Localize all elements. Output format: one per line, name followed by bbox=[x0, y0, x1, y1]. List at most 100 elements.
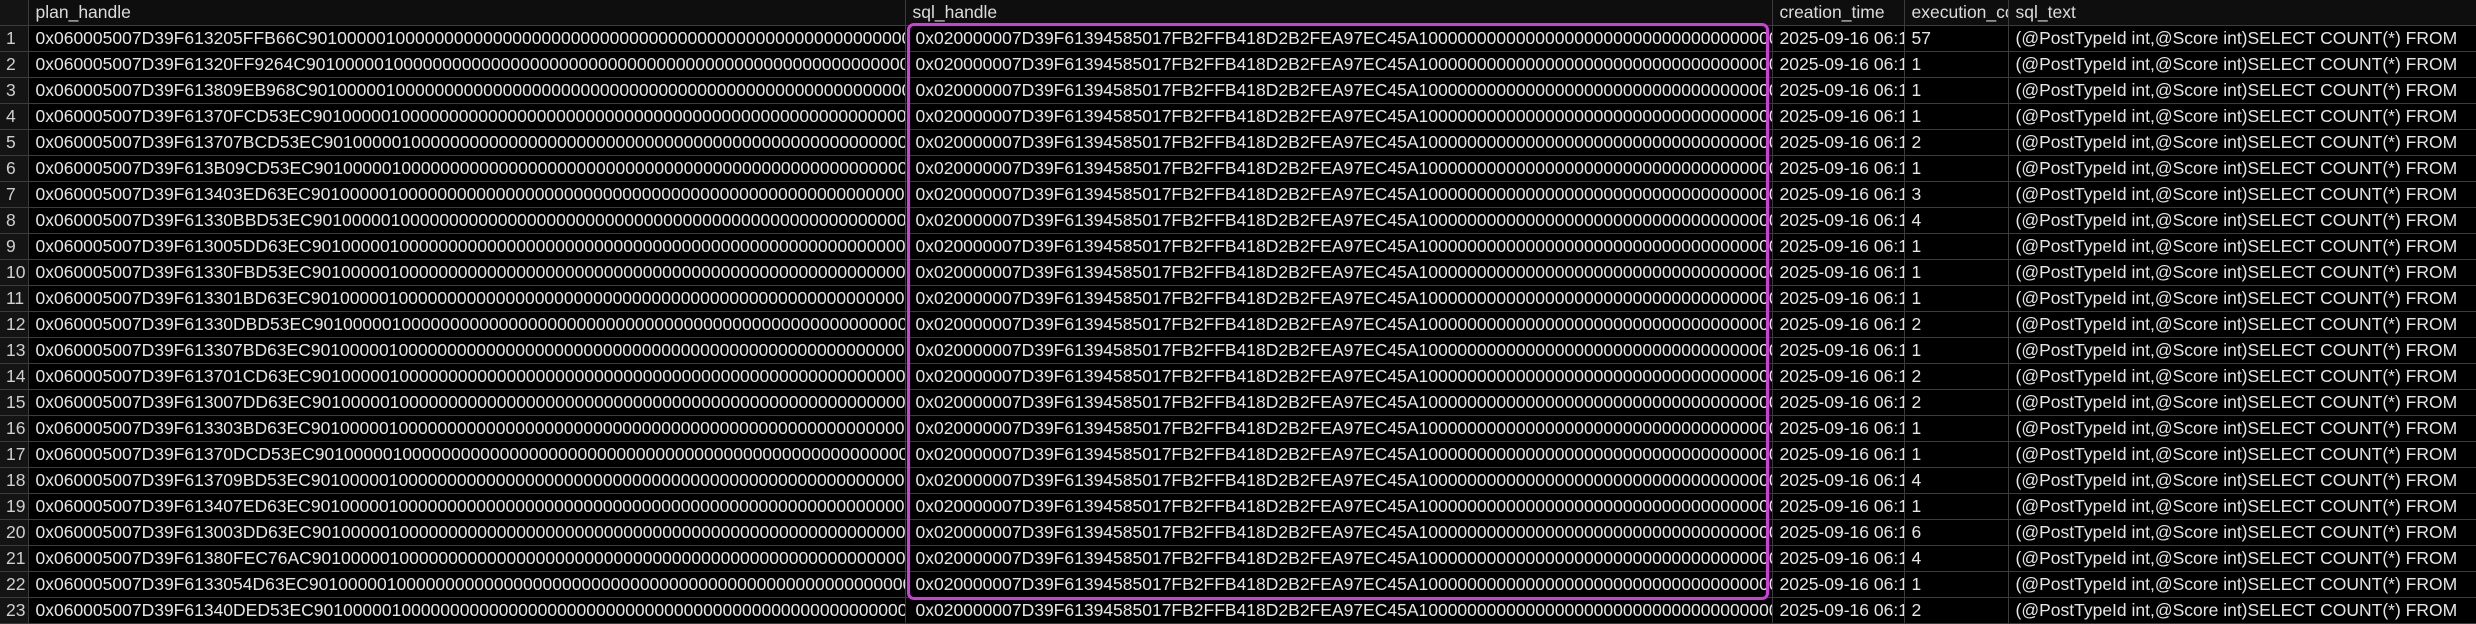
plan-handle-cell[interactable]: 0x060005007D39F61380FEC76AC9010000010000… bbox=[28, 545, 906, 572]
sql-text-cell[interactable]: (@PostTypeId int,@Score int)SELECT COUNT… bbox=[2008, 311, 2476, 338]
creation-time-cell[interactable]: 2025-09-16 06:16:38.913 bbox=[1772, 155, 1905, 182]
row-number-cell[interactable]: 4 bbox=[0, 103, 29, 130]
table-row[interactable]: 5 0x060005007D39F613707BCD53EC90100000100… bbox=[0, 129, 2476, 156]
row-number-cell[interactable]: 16 bbox=[0, 415, 29, 442]
sql-handle-cell[interactable]: 0x020000007D39F61394585017FB2FFB418D2B2F… bbox=[905, 181, 1773, 208]
table-row[interactable]: 6 0x060005007D39F613B09CD53EC901000001000… bbox=[0, 155, 2476, 182]
sql-handle-cell[interactable]: 0x020000007D39F61394585017FB2FFB418D2B2F… bbox=[905, 129, 1773, 156]
plan-handle-cell[interactable]: 0x060005007D39F61330BBD53EC9010000010000… bbox=[28, 207, 906, 234]
table-row[interactable]: 9 0x060005007D39F613005DD63EC901000001000… bbox=[0, 233, 2476, 260]
table-row[interactable]: 8 0x060005007D39F61330BBD53EC901000001000… bbox=[0, 207, 2476, 234]
sql-handle-cell[interactable]: 0x020000007D39F61394585017FB2FFB418D2B2F… bbox=[905, 441, 1773, 468]
execution-count-cell[interactable]: 1 bbox=[1904, 493, 2009, 520]
sql-text-cell[interactable]: (@PostTypeId int,@Score int)SELECT COUNT… bbox=[2008, 337, 2476, 364]
row-number-cell[interactable]: 1 bbox=[0, 25, 29, 52]
table-row[interactable]: 19 0x060005007D39F613407ED63EC90100000100… bbox=[0, 493, 2476, 520]
table-row[interactable]: 10 0x060005007D39F61330FBD53EC90100000100… bbox=[0, 259, 2476, 286]
sql-handle-cell[interactable]: 0x020000007D39F61394585017FB2FFB418D2B2F… bbox=[905, 311, 1773, 338]
creation-time-cell[interactable]: 2025-09-16 06:16:38.907 bbox=[1772, 337, 1905, 364]
sql-text-cell[interactable]: (@PostTypeId int,@Score int)SELECT COUNT… bbox=[2008, 597, 2476, 624]
plan-handle-cell[interactable]: 0x060005007D39F613007DD63EC9010000010000… bbox=[28, 389, 906, 416]
table-row[interactable]: 17 0x060005007D39F61370DCD53EC90100000100… bbox=[0, 441, 2476, 468]
execution-count-cell[interactable]: 4 bbox=[1904, 207, 2009, 234]
execution-count-cell[interactable]: 1 bbox=[1904, 337, 2009, 364]
table-row[interactable]: 3 0x060005007D39F613809EB968C901000001000… bbox=[0, 77, 2476, 104]
execution-count-cell[interactable]: 1 bbox=[1904, 155, 2009, 182]
creation-time-cell[interactable]: 2025-09-16 06:16:38.917 bbox=[1772, 51, 1905, 78]
plan-handle-cell[interactable]: 0x060005007D39F613003DD63EC9010000010000… bbox=[28, 519, 906, 546]
execution-count-cell[interactable]: 1 bbox=[1904, 259, 2009, 286]
row-number-cell[interactable]: 17 bbox=[0, 441, 29, 468]
row-number-cell[interactable]: 19 bbox=[0, 493, 29, 520]
execution-count-cell[interactable]: 1 bbox=[1904, 441, 2009, 468]
table-row[interactable]: 1 0x060005007D39F613205FFB66C901000001000… bbox=[0, 25, 2476, 52]
execution-count-cell[interactable]: 1 bbox=[1904, 51, 2009, 78]
row-number-cell[interactable]: 10 bbox=[0, 259, 29, 286]
plan-handle-cell[interactable]: 0x060005007D39F613307BD63EC9010000010000… bbox=[28, 337, 906, 364]
row-number-header[interactable] bbox=[0, 0, 29, 26]
row-number-cell[interactable]: 9 bbox=[0, 233, 29, 260]
table-row[interactable]: 22 0x060005007D39F6133054D63EC90100000100… bbox=[0, 571, 2476, 598]
row-number-cell[interactable]: 8 bbox=[0, 207, 29, 234]
table-row[interactable]: 11 0x060005007D39F613301BD63EC90100000100… bbox=[0, 285, 2476, 312]
plan-handle-cell[interactable]: 0x060005007D39F613407ED63EC9010000010000… bbox=[28, 493, 906, 520]
creation-time-cell[interactable]: 2025-09-16 06:16:38.913 bbox=[1772, 181, 1905, 208]
execution-count-cell[interactable]: 1 bbox=[1904, 233, 2009, 260]
row-number-cell[interactable]: 14 bbox=[0, 363, 29, 390]
sql-handle-cell[interactable]: 0x020000007D39F61394585017FB2FFB418D2B2F… bbox=[905, 545, 1773, 572]
row-number-cell[interactable]: 5 bbox=[0, 129, 29, 156]
row-number-cell[interactable]: 13 bbox=[0, 337, 29, 364]
creation-time-cell[interactable]: 2025-09-16 06:16:38.907 bbox=[1772, 363, 1905, 390]
creation-time-cell[interactable]: 2025-09-16 06:16:38.907 bbox=[1772, 285, 1905, 312]
execution-count-cell[interactable]: 6 bbox=[1904, 519, 2009, 546]
sql-handle-cell[interactable]: 0x020000007D39F61394585017FB2FFB418D2B2F… bbox=[905, 285, 1773, 312]
plan-handle-cell[interactable]: 0x060005007D39F613005DD63EC9010000010000… bbox=[28, 233, 906, 260]
sql-text-cell[interactable]: (@PostTypeId int,@Score int)SELECT COUNT… bbox=[2008, 493, 2476, 520]
plan-handle-cell[interactable]: 0x060005007D39F61320FF9264C9010000010000… bbox=[28, 51, 906, 78]
execution-count-cell[interactable]: 3 bbox=[1904, 181, 2009, 208]
creation-time-cell[interactable]: 2025-09-16 06:16:38.917 bbox=[1772, 77, 1905, 104]
sql-handle-cell[interactable]: 0x020000007D39F61394585017FB2FFB418D2B2F… bbox=[905, 77, 1773, 104]
sql-handle-cell[interactable]: 0x020000007D39F61394585017FB2FFB418D2B2F… bbox=[905, 597, 1773, 624]
plan-handle-cell[interactable]: 0x060005007D39F613809EB968C9010000010000… bbox=[28, 77, 906, 104]
sql-text-cell[interactable]: (@PostTypeId int,@Score int)SELECT COUNT… bbox=[2008, 467, 2476, 494]
sql-text-cell[interactable]: (@PostTypeId int,@Score int)SELECT COUNT… bbox=[2008, 519, 2476, 546]
plan-handle-cell[interactable]: 0x060005007D39F613707BCD53EC901000001000… bbox=[28, 129, 906, 156]
plan-handle-cell[interactable]: 0x060005007D39F61330FBD53EC9010000010000… bbox=[28, 259, 906, 286]
row-number-cell[interactable]: 3 bbox=[0, 77, 29, 104]
sql-handle-cell[interactable]: 0x020000007D39F61394585017FB2FFB418D2B2F… bbox=[905, 571, 1773, 598]
sql-text-cell[interactable]: (@PostTypeId int,@Score int)SELECT COUNT… bbox=[2008, 389, 2476, 416]
table-row[interactable]: 16 0x060005007D39F613303BD63EC90100000100… bbox=[0, 415, 2476, 442]
table-row[interactable]: 23 0x060005007D39F61340DED53EC90100000100… bbox=[0, 597, 2476, 624]
table-row[interactable]: 2 0x060005007D39F61320FF9264C901000001000… bbox=[0, 51, 2476, 78]
creation-time-cell[interactable]: 2025-09-16 06:16:38.907 bbox=[1772, 467, 1905, 494]
sql-handle-cell[interactable]: 0x020000007D39F61394585017FB2FFB418D2B2F… bbox=[905, 337, 1773, 364]
execution-count-cell[interactable]: 1 bbox=[1904, 77, 2009, 104]
row-number-cell[interactable]: 23 bbox=[0, 597, 29, 624]
row-number-cell[interactable]: 20 bbox=[0, 519, 29, 546]
creation-time-cell[interactable]: 2025-09-16 06:16:38.907 bbox=[1772, 389, 1905, 416]
execution-count-cell[interactable]: 4 bbox=[1904, 467, 2009, 494]
sql-handle-cell[interactable]: 0x020000007D39F61394585017FB2FFB418D2B2F… bbox=[905, 519, 1773, 546]
creation-time-cell[interactable]: 2025-09-16 06:16:38.913 bbox=[1772, 129, 1905, 156]
plan-handle-cell[interactable]: 0x060005007D39F61330DBD53EC9010000010000… bbox=[28, 311, 906, 338]
execution-count-cell[interactable]: 2 bbox=[1904, 363, 2009, 390]
creation-time-cell[interactable]: 2025-09-16 06:16:38.910 bbox=[1772, 259, 1905, 286]
creation-time-cell[interactable]: 2025-09-16 06:16:38.907 bbox=[1772, 441, 1905, 468]
execution-count-cell[interactable]: 2 bbox=[1904, 129, 2009, 156]
plan-handle-cell[interactable]: 0x060005007D39F6133054D63EC9010000010000… bbox=[28, 571, 906, 598]
sql-handle-cell[interactable]: 0x020000007D39F61394585017FB2FFB418D2B2F… bbox=[905, 207, 1773, 234]
column-header-creation-time[interactable]: creation_time bbox=[1772, 0, 1905, 26]
plan-handle-cell[interactable]: 0x060005007D39F61370FCD53EC9010000010000… bbox=[28, 103, 906, 130]
sql-text-cell[interactable]: (@PostTypeId int,@Score int)SELECT COUNT… bbox=[2008, 285, 2476, 312]
row-number-cell[interactable]: 21 bbox=[0, 545, 29, 572]
table-row[interactable]: 20 0x060005007D39F613003DD63EC90100000100… bbox=[0, 519, 2476, 546]
sql-handle-cell[interactable]: 0x020000007D39F61394585017FB2FFB418D2B2F… bbox=[905, 103, 1773, 130]
sql-handle-cell[interactable]: 0x020000007D39F61394585017FB2FFB418D2B2F… bbox=[905, 467, 1773, 494]
sql-handle-cell[interactable]: 0x020000007D39F61394585017FB2FFB418D2B2F… bbox=[905, 25, 1773, 52]
sql-text-cell[interactable]: (@PostTypeId int,@Score int)SELECT COUNT… bbox=[2008, 103, 2476, 130]
sql-handle-cell[interactable]: 0x020000007D39F61394585017FB2FFB418D2B2F… bbox=[905, 155, 1773, 182]
plan-handle-cell[interactable]: 0x060005007D39F61340DED53EC9010000010000… bbox=[28, 597, 906, 624]
sql-text-cell[interactable]: (@PostTypeId int,@Score int)SELECT COUNT… bbox=[2008, 77, 2476, 104]
plan-handle-cell[interactable]: 0x060005007D39F613303BD63EC9010000010000… bbox=[28, 415, 906, 442]
